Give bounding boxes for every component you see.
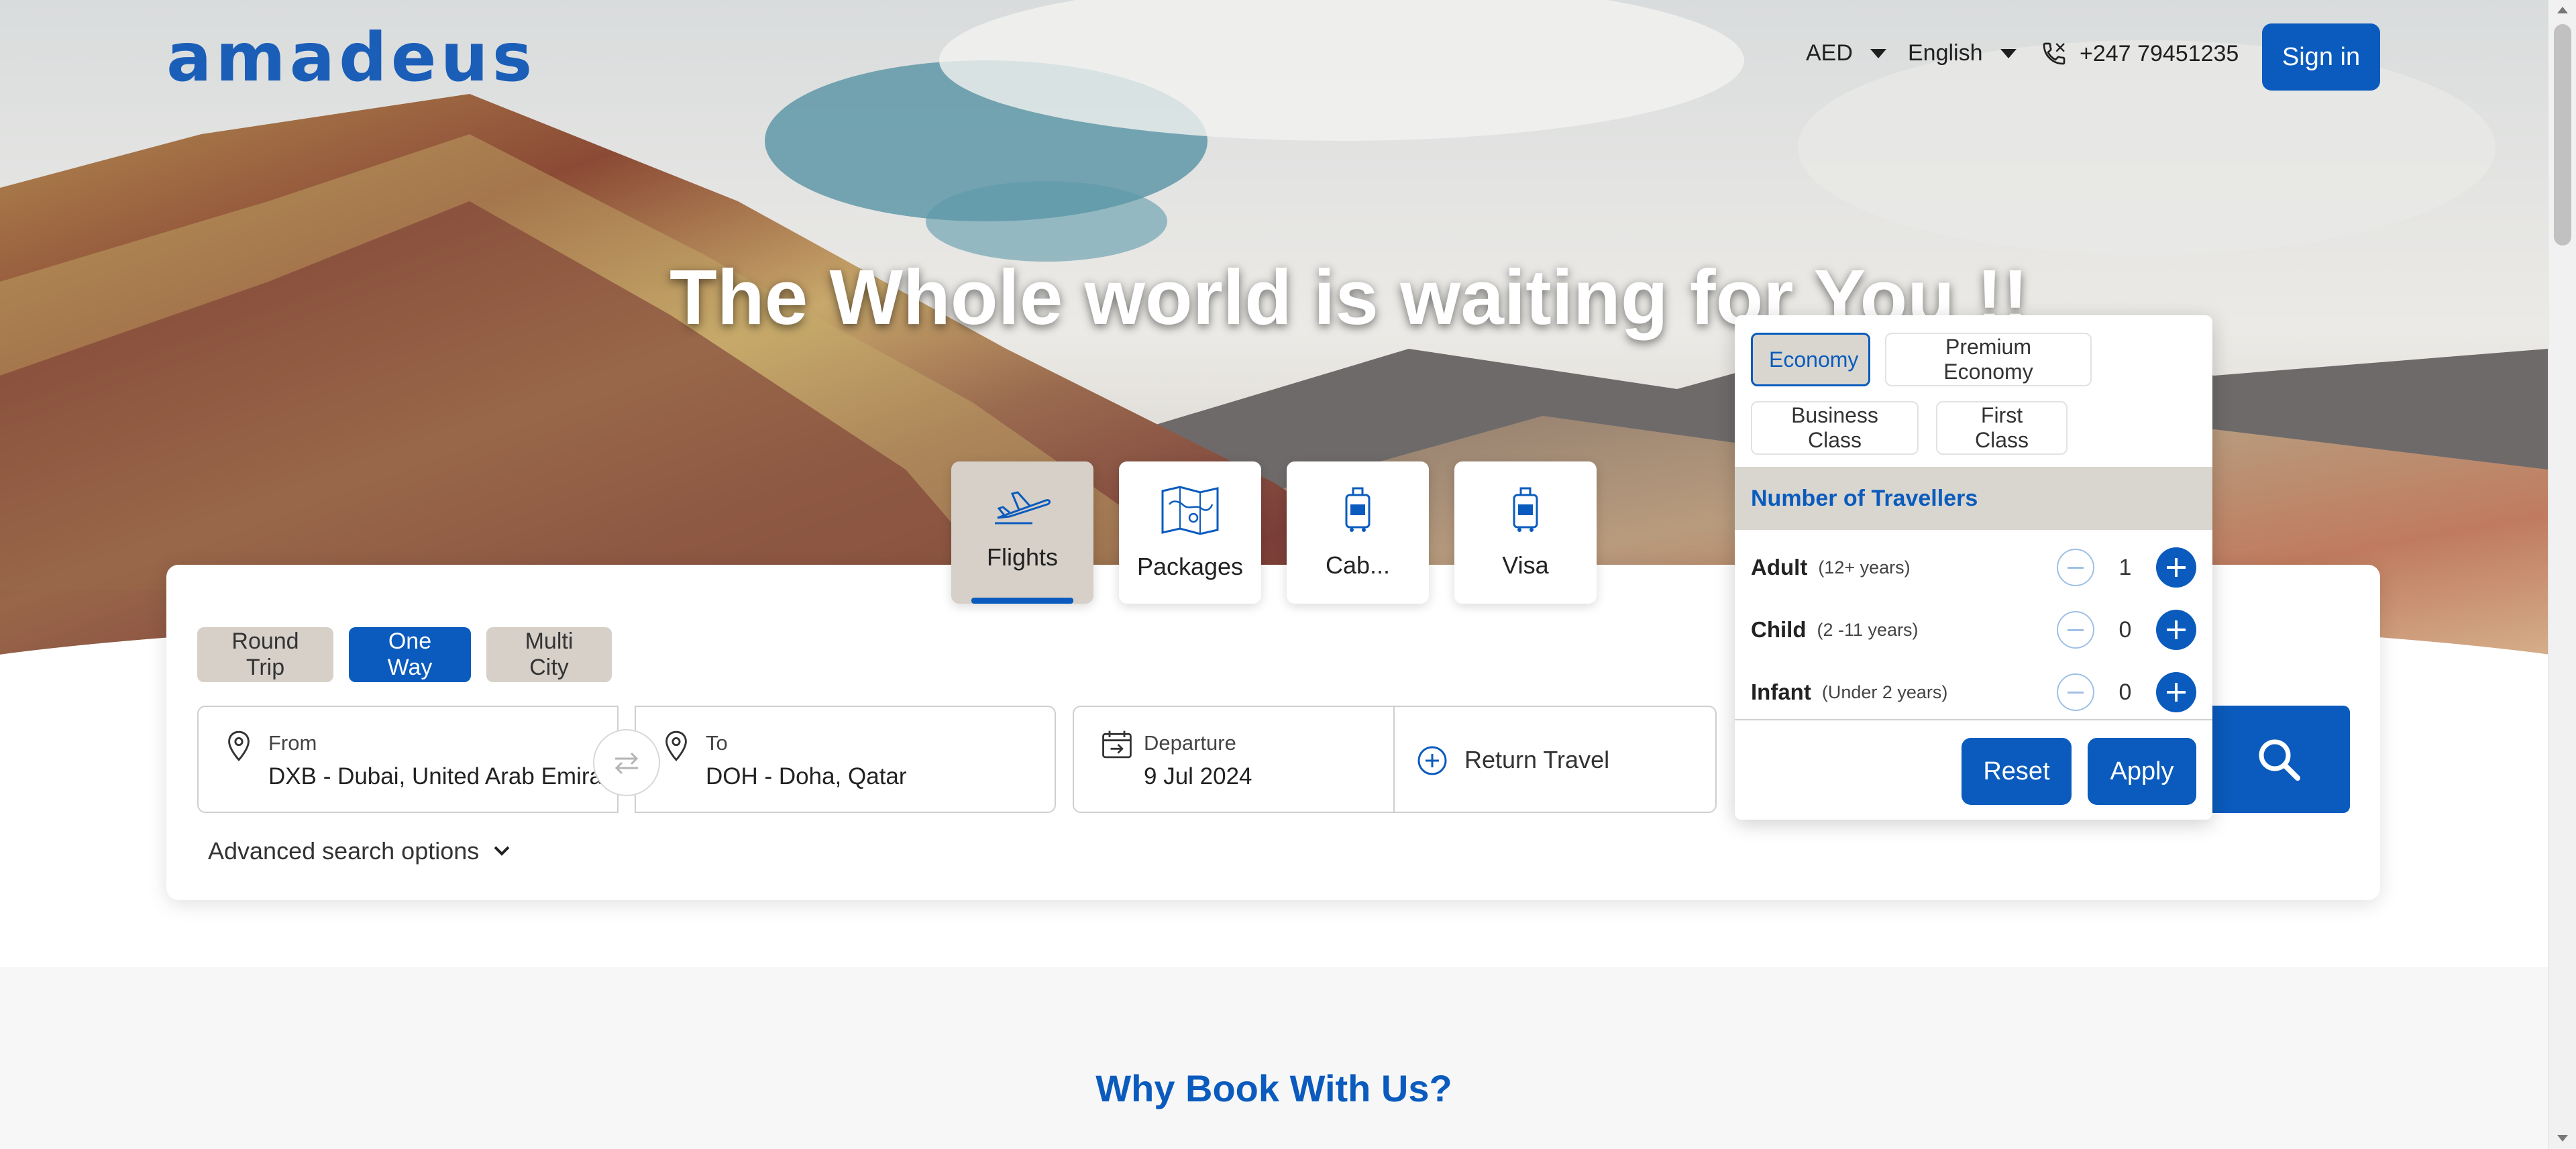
traveller-row-child: Child (2 -11 years) 0	[1751, 610, 2196, 650]
apply-button[interactable]: Apply	[2088, 738, 2196, 805]
to-value: DOH - Doha, Qatar	[706, 763, 907, 789]
minus-button[interactable]	[2057, 549, 2094, 586]
adult-stepper: 1	[2057, 547, 2196, 588]
luggage-icon	[1345, 487, 1371, 532]
tab-packages[interactable]: Packages	[1119, 461, 1261, 604]
chevron-down-icon	[1870, 48, 1886, 58]
language-select[interactable]: English	[1908, 40, 2017, 66]
class-first[interactable]: First Class	[1936, 401, 2068, 455]
traveller-name: Adult	[1751, 555, 1808, 580]
from-label: From	[268, 731, 317, 755]
return-travel-label: Return Travel	[1464, 746, 1610, 773]
phone-number: +247 79451235	[2080, 40, 2239, 66]
tab-visa[interactable]: Visa	[1454, 461, 1597, 604]
traveller-age-range: (Under 2 years)	[1821, 681, 1948, 702]
location-pin-icon	[665, 730, 687, 761]
active-tab-indicator	[971, 598, 1073, 604]
plus-button[interactable]	[2156, 672, 2196, 712]
traveller-name: Child	[1751, 617, 1807, 642]
tab-packages-label: Packages	[1136, 553, 1244, 580]
phone-contact[interactable]: +247 79451235	[2041, 40, 2239, 67]
return-travel-field[interactable]: Return Travel	[1393, 706, 1717, 813]
dropdown-divider	[1735, 719, 2212, 720]
currency-select[interactable]: AED	[1806, 40, 1886, 66]
from-value: DXB - Dubai, United Arab Emira...	[268, 763, 623, 789]
traveller-name: Infant	[1751, 679, 1811, 704]
language-value: English	[1908, 40, 1983, 66]
plus-button[interactable]	[2156, 547, 2196, 588]
minus-button[interactable]	[2057, 611, 2094, 649]
currency-value: AED	[1806, 40, 1853, 66]
traveller-count: 1	[2118, 554, 2132, 580]
map-icon	[1161, 486, 1219, 535]
departure-field[interactable]: Departure 9 Jul 2024	[1073, 706, 1395, 813]
location-pin-icon	[228, 730, 250, 761]
tab-visa-label: Visa	[1502, 551, 1549, 579]
trip-round-trip[interactable]: Round Trip	[197, 627, 333, 682]
chevron-down-icon	[2000, 48, 2017, 58]
calendar-icon	[1102, 730, 1132, 759]
to-label: To	[706, 731, 728, 755]
traveller-row-infant: Infant (Under 2 years) 0	[1751, 672, 2196, 712]
trip-multi-city[interactable]: Multi City	[486, 627, 612, 682]
page-scrollbar[interactable]	[2548, 0, 2576, 1149]
child-stepper: 0	[2057, 610, 2196, 650]
departure-label: Departure	[1144, 731, 1236, 755]
class-economy[interactable]: Economy	[1751, 333, 1870, 386]
why-section	[0, 967, 2548, 1149]
plane-icon	[995, 491, 1051, 525]
traveller-age-range: (12+ years)	[1818, 557, 1911, 578]
add-circle-icon	[1417, 746, 1447, 775]
reset-button[interactable]: Reset	[1962, 738, 2072, 805]
tab-cab[interactable]: Cab...	[1287, 461, 1429, 604]
search-button[interactable]	[2207, 706, 2350, 813]
phone-icon	[2043, 42, 2065, 65]
infant-stepper: 0	[2057, 672, 2196, 712]
tab-flights[interactable]: Flights	[951, 461, 1093, 604]
luggage-icon	[1513, 487, 1538, 532]
why-book-heading: Why Book With Us?	[1095, 1067, 1452, 1109]
departure-value: 9 Jul 2024	[1144, 763, 1252, 789]
tab-flights-label: Flights	[986, 543, 1059, 571]
to-field[interactable]: To DOH - Doha, Qatar	[635, 706, 1056, 813]
class-premium-economy[interactable]: Premium Economy	[1885, 333, 2092, 386]
tab-cab-label: Cab...	[1325, 551, 1391, 579]
minus-button[interactable]	[2057, 673, 2094, 711]
scroll-thumb[interactable]	[2554, 24, 2571, 245]
scroll-up-icon[interactable]	[2557, 7, 2568, 13]
cabin-traveller-dropdown: Economy Premium Economy Business Class F…	[1735, 315, 2212, 820]
traveller-row-adult: Adult (12+ years) 1	[1751, 547, 2196, 588]
traveller-count: 0	[2118, 616, 2132, 643]
trip-one-way[interactable]: One Way	[349, 627, 471, 682]
chevron-down-icon	[494, 846, 510, 856]
travellers-heading: Number of Travellers	[1735, 467, 2212, 530]
from-field[interactable]: From DXB - Dubai, United Arab Emira...	[197, 706, 623, 813]
amadeus-logo[interactable]: amadeus	[166, 24, 536, 91]
traveller-age-range: (2 -11 years)	[1817, 619, 1919, 640]
advanced-search-toggle[interactable]: Advanced search options	[208, 837, 511, 865]
swap-arrows-icon	[614, 752, 639, 775]
scroll-down-icon[interactable]	[2557, 1135, 2568, 1142]
sign-in-button[interactable]: Sign in	[2262, 23, 2380, 91]
advanced-search-label: Advanced search options	[208, 837, 480, 865]
swap-button[interactable]	[593, 729, 660, 796]
traveller-count: 0	[2118, 679, 2132, 705]
search-icon	[2259, 739, 2300, 781]
class-business[interactable]: Business Class	[1751, 401, 1919, 455]
plus-button[interactable]	[2156, 610, 2196, 650]
